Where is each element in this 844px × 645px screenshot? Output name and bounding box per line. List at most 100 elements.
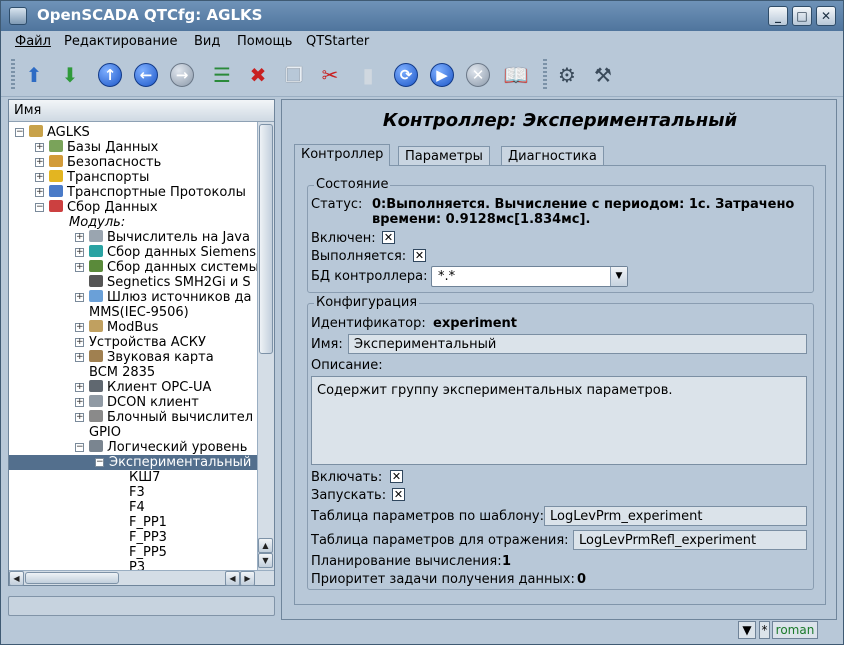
status-user[interactable]: roman [772, 621, 818, 639]
tree-item[interactable]: GPIO [9, 425, 257, 440]
expand-icon[interactable]: + [75, 233, 84, 242]
cut-button[interactable]: ✂ [317, 62, 343, 88]
start-button[interactable]: ▶ [429, 62, 455, 88]
minimize-button[interactable]: _ [768, 6, 788, 26]
expand-icon[interactable]: + [35, 188, 44, 197]
collapse-icon[interactable]: − [15, 128, 24, 137]
stop-button[interactable]: ✕ [465, 62, 491, 88]
scroll-left-button[interactable]: ◀ [9, 571, 24, 586]
up-button[interactable]: ↑ [97, 62, 123, 88]
tree-item[interactable]: F4 [9, 500, 257, 515]
back-button[interactable]: ← [133, 62, 159, 88]
tree-item[interactable]: + ModBus [9, 320, 257, 335]
tree-vertical-scroll-thumb[interactable] [259, 124, 273, 354]
tree-horizontal-scroll-thumb[interactable] [25, 572, 119, 584]
app-icon[interactable] [9, 7, 27, 25]
toolbar-grip[interactable] [11, 59, 15, 91]
menu-qtstarter[interactable]: QTStarter [306, 34, 369, 49]
db-load-button[interactable]: ⬆ [21, 62, 47, 88]
toolbar-grip-2[interactable] [543, 59, 547, 91]
close-button[interactable]: ✕ [816, 6, 836, 26]
refresh-button[interactable]: ⟳ [393, 62, 419, 88]
tree-item[interactable]: Segnetics SMH2Gi и S [9, 275, 257, 290]
tree-item[interactable]: F3 [9, 485, 257, 500]
tree-item[interactable]: MMS(IEC-9506) [9, 305, 257, 320]
paste-button[interactable]: ▮ [355, 62, 381, 88]
tab-controller[interactable]: Контроллер [294, 144, 391, 166]
tree-item[interactable]: − Экспериментальный [9, 455, 257, 470]
enable-checkbox[interactable]: ✕ [390, 470, 403, 483]
menu-edit[interactable]: Редактирование [64, 34, 177, 49]
prm-table-field[interactable]: LogLevPrm_experiment [544, 506, 807, 526]
scroll-left-button-2[interactable]: ◀ [225, 571, 240, 586]
expand-icon[interactable]: + [75, 248, 84, 257]
db-save-button[interactable]: ⬇ [57, 62, 83, 88]
tree-item[interactable]: F_PP5 [9, 545, 257, 560]
expand-icon[interactable]: + [35, 143, 44, 152]
tree-horizontal-scrollbar[interactable]: ◀ ◀ ▶ [9, 570, 274, 586]
navigation-tree[interactable]: − AGLKS + Базы Данных + Безопасность + Транспор… [9, 122, 257, 570]
tree-item[interactable]: + Сбор данных системы [9, 260, 257, 275]
name-field[interactable]: Экспериментальный [348, 334, 807, 354]
description-textarea[interactable]: Содержит группу экспериментальных параме… [311, 376, 807, 465]
tree-item[interactable]: + Звуковая карта [9, 350, 257, 365]
tree-item[interactable]: + Блочный вычислител [9, 410, 257, 425]
chevron-down-icon[interactable]: ▼ [610, 267, 627, 286]
tree-item[interactable]: + Транспорты [9, 170, 257, 185]
tree-item[interactable]: + Шлюз источников да [9, 290, 257, 305]
expand-icon[interactable]: + [75, 338, 84, 347]
expand-icon[interactable]: + [75, 353, 84, 362]
tree-item[interactable]: F_PP1 [9, 515, 257, 530]
add-button[interactable]: ☰ [209, 62, 235, 88]
collapse-icon[interactable]: − [95, 458, 104, 467]
collapse-icon[interactable]: − [75, 443, 84, 452]
tree-vertical-scrollbar[interactable]: ▲ ▼ [257, 122, 274, 570]
tree-item[interactable]: F_PP3 [9, 530, 257, 545]
expand-icon[interactable]: + [75, 293, 84, 302]
tree-item[interactable]: + Транспортные Протоколы [9, 185, 257, 200]
expand-icon[interactable]: + [35, 158, 44, 167]
running-checkbox[interactable]: ✕ [413, 249, 426, 262]
tree-item[interactable]: + Вычислитель на Java [9, 230, 257, 245]
tree-item[interactable]: − AGLKS [9, 125, 257, 140]
tree-item[interactable]: + Безопасность [9, 155, 257, 170]
enabled-checkbox[interactable]: ✕ [382, 231, 395, 244]
tab-parameters[interactable]: Параметры [398, 146, 490, 165]
menu-view[interactable]: Вид [194, 34, 220, 49]
title-bar[interactable]: OpenSCADA QTCfg: AGLKS _ □ ✕ [1, 1, 843, 31]
tab-diagnostics[interactable]: Диагностика [501, 146, 604, 165]
status-menu-button[interactable]: ▼ [738, 621, 756, 639]
expand-icon[interactable]: + [75, 413, 84, 422]
copy-button[interactable]: ❐ [281, 62, 307, 88]
tree-item[interactable]: − Сбор Данных [9, 200, 257, 215]
menu-file[interactable]: Файл [15, 34, 51, 49]
expand-icon[interactable]: + [75, 323, 84, 332]
status-mode[interactable]: * [759, 621, 770, 639]
tree-header[interactable]: Имя [9, 100, 274, 122]
settings-button[interactable]: ⚙ [554, 62, 580, 88]
delete-button[interactable]: ✖ [245, 62, 271, 88]
expand-icon[interactable]: + [75, 398, 84, 407]
refl-table-field[interactable]: LogLevPrmRefl_experiment [573, 530, 807, 550]
expand-icon[interactable]: + [35, 173, 44, 182]
maximize-button[interactable]: □ [792, 6, 812, 26]
tree-item[interactable]: + Базы Данных [9, 140, 257, 155]
collapse-icon[interactable]: − [35, 203, 44, 212]
tree-item[interactable]: Модуль: [9, 215, 257, 230]
tree-item[interactable]: КШ7 [9, 470, 257, 485]
expand-icon[interactable]: + [75, 263, 84, 272]
tree-item[interactable]: P3 [9, 560, 257, 570]
tree-item[interactable]: + DCON клиент [9, 395, 257, 410]
tree-item[interactable]: − Логический уровень [9, 440, 257, 455]
settings-alt-button[interactable]: ⚒ [590, 62, 616, 88]
tree-item[interactable]: + Устройства АСКУ [9, 335, 257, 350]
manual-button[interactable]: 📖 [503, 62, 529, 88]
menu-help[interactable]: Помощь [237, 34, 292, 49]
forward-button[interactable]: → [169, 62, 195, 88]
start-checkbox[interactable]: ✕ [392, 488, 405, 501]
tree-item[interactable]: + Сбор данных Siemens [9, 245, 257, 260]
tree-item[interactable]: BCM 2835 [9, 365, 257, 380]
scroll-down-button[interactable]: ▼ [258, 553, 273, 568]
tree-item[interactable]: + Клиент OPC-UA [9, 380, 257, 395]
scroll-up-button[interactable]: ▲ [258, 538, 273, 553]
